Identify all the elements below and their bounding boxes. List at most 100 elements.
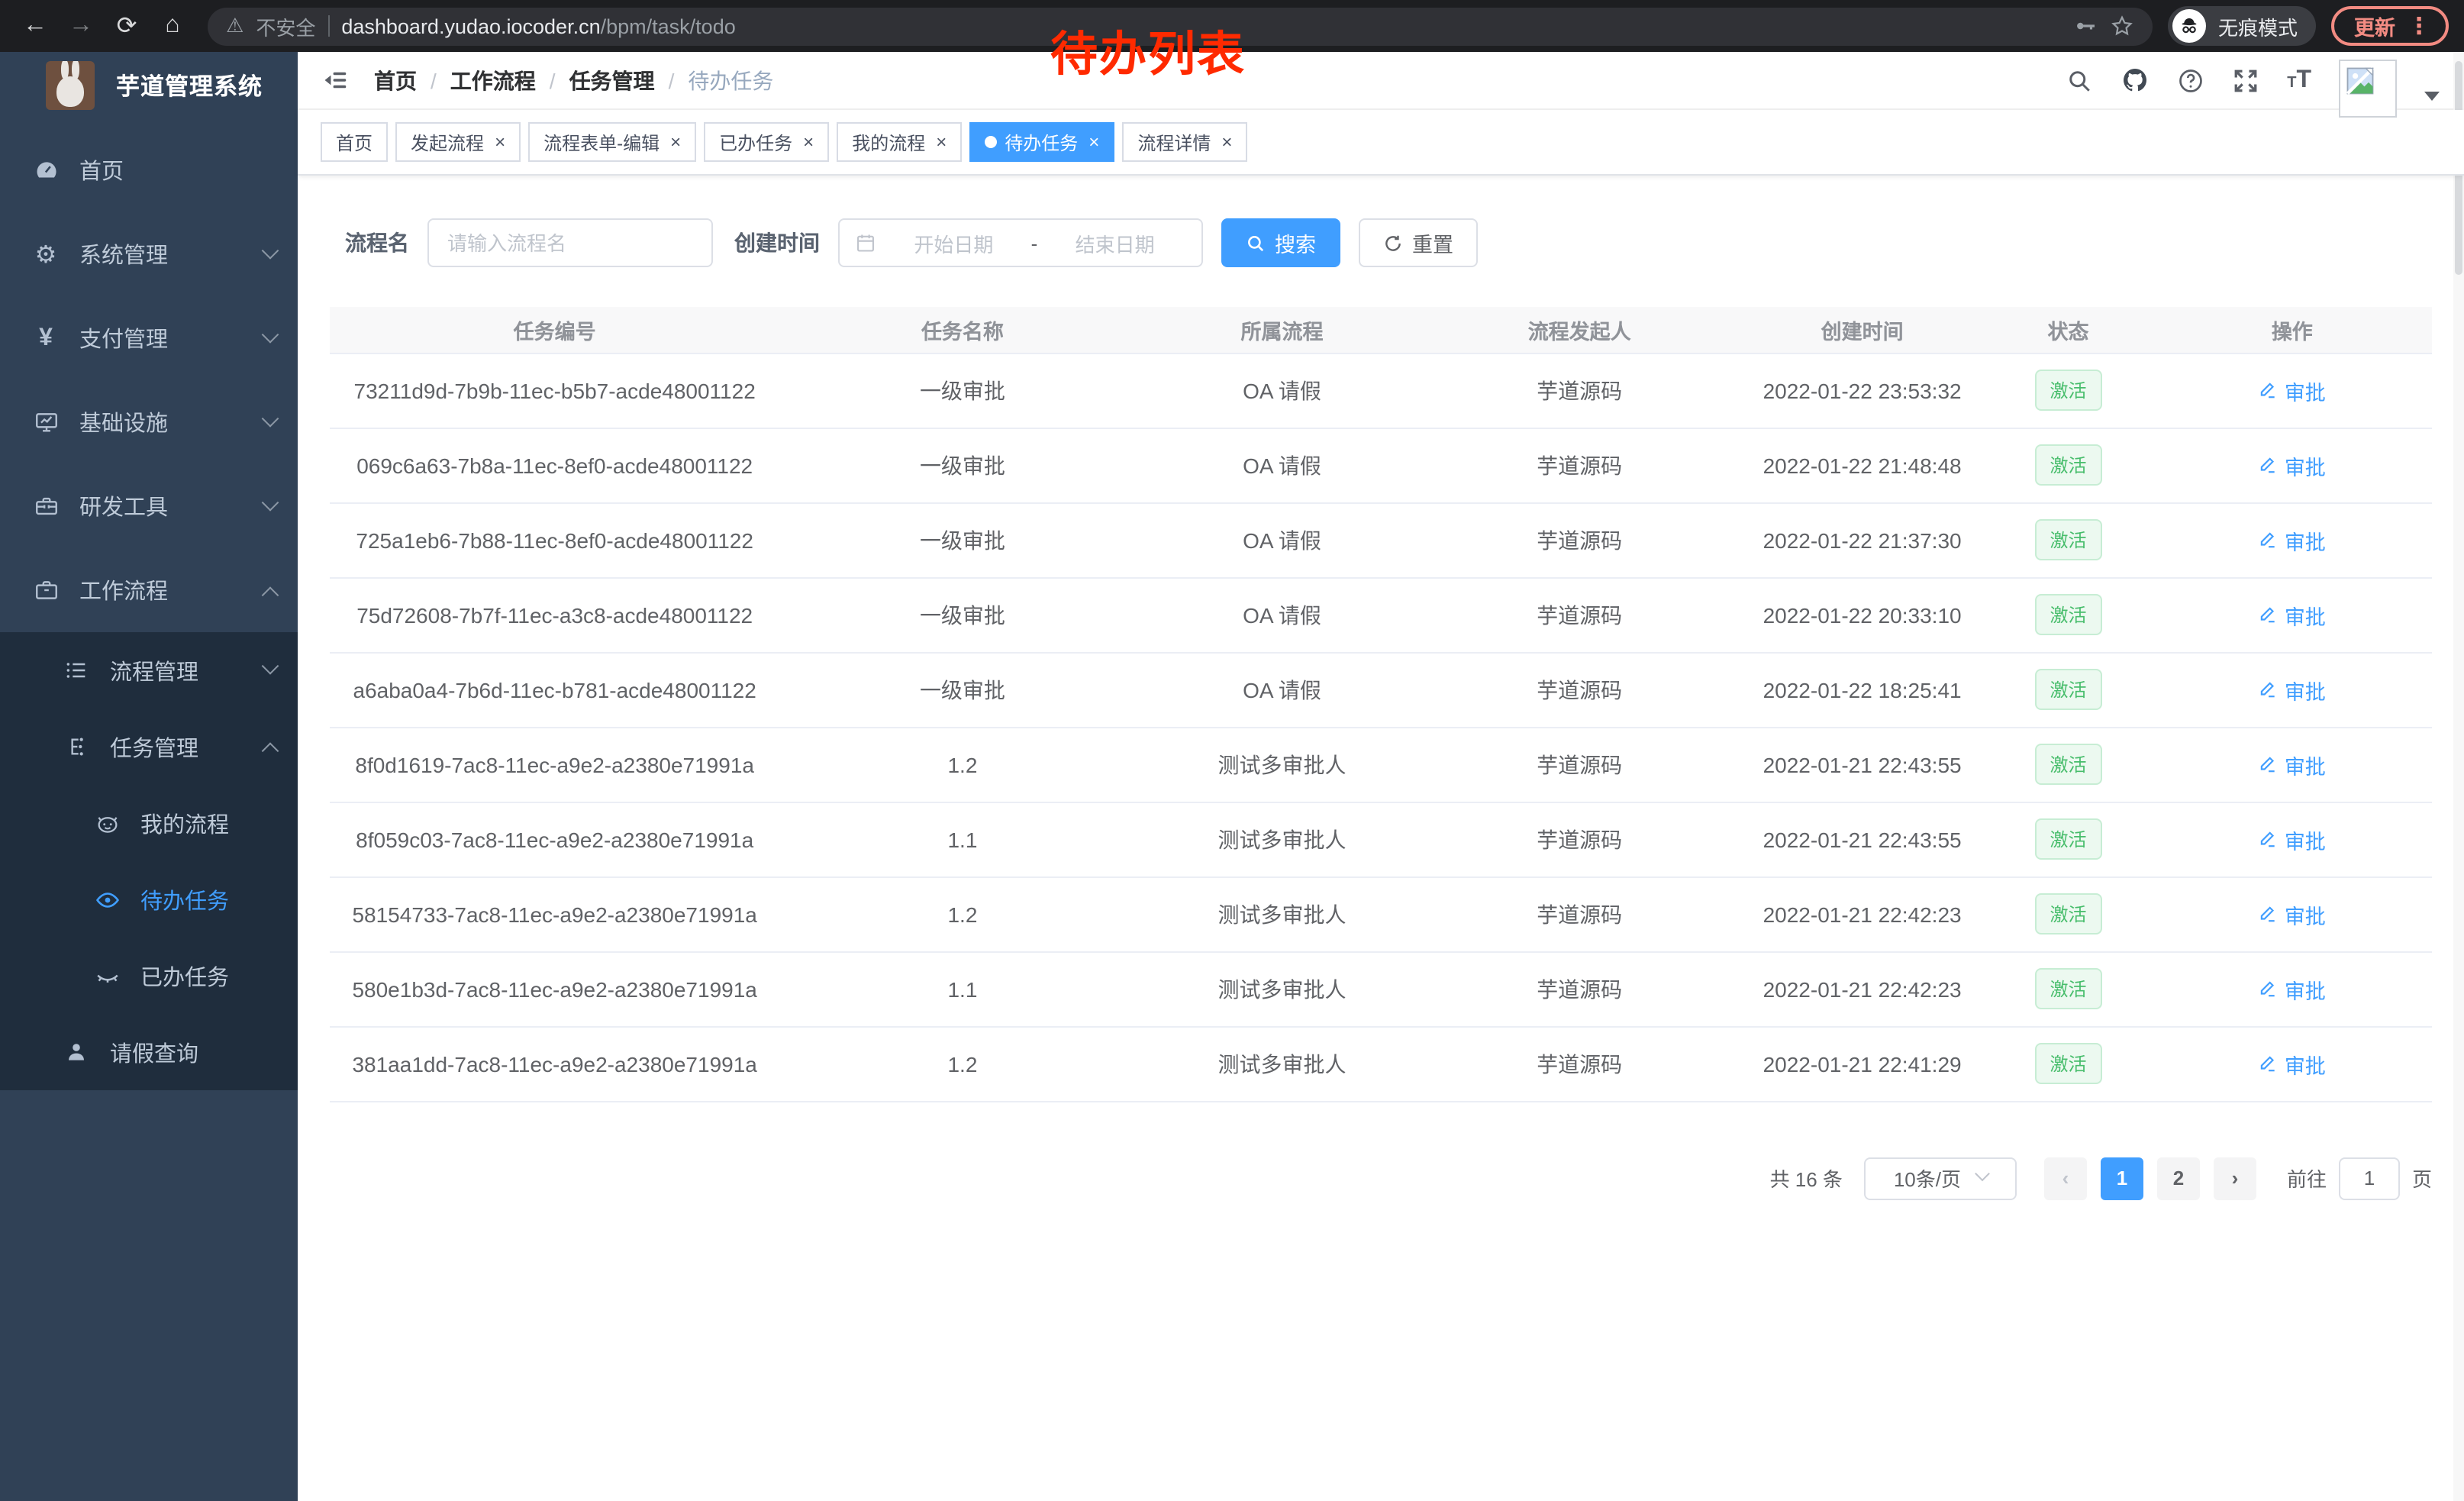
approve-link[interactable]: 审批 — [2259, 1048, 2326, 1079]
approve-link[interactable]: 审批 — [2259, 525, 2326, 555]
breadcrumb-workflow[interactable]: 工作流程 — [450, 65, 536, 95]
address-bar[interactable]: ⚠ 不安全 dashboard.yudao.iocoder.cn/bpm/tas… — [208, 7, 2153, 45]
sidebar-item-infrastructure[interactable]: 基础设施 — [0, 380, 298, 464]
tab-my-process[interactable]: 我的流程× — [837, 122, 962, 162]
eye-closed-icon — [92, 963, 122, 989]
page-button-1[interactable]: 1 — [2101, 1157, 2143, 1199]
col-status: 状态 — [1984, 307, 2152, 353]
search-icon[interactable] — [2066, 66, 2093, 94]
sidebar-item-todo-tasks[interactable]: 待办任务 — [0, 861, 298, 938]
page-button-2[interactable]: 2 — [2157, 1157, 2200, 1199]
close-icon[interactable]: × — [933, 131, 947, 153]
col-created: 创建时间 — [1740, 307, 1984, 353]
approve-link[interactable]: 审批 — [2259, 973, 2326, 1004]
tab-process-form-edit[interactable]: 流程表单-编辑× — [528, 122, 696, 162]
breadcrumb-current: 待办任务 — [688, 65, 773, 95]
reset-button[interactable]: 重置 — [1359, 218, 1478, 267]
tab-home[interactable]: 首页 — [321, 122, 388, 162]
monitor-icon — [31, 409, 61, 435]
tab-process-detail[interactable]: 流程详情× — [1122, 122, 1247, 162]
page-size-select[interactable]: 10条/页 — [1864, 1157, 2017, 1199]
approve-link[interactable]: 审批 — [2259, 375, 2326, 405]
sidebar-collapse-icon[interactable] — [321, 66, 350, 95]
status-badge: 激活 — [2034, 669, 2101, 710]
goto-page-input[interactable] — [2339, 1157, 2400, 1199]
workflow-submenu: 流程管理 任务管理 我的流程 — [0, 632, 298, 1090]
tab-todo-tasks[interactable]: 待办任务× — [969, 122, 1114, 162]
approve-link[interactable]: 审批 — [2259, 450, 2326, 480]
omnibox-divider — [327, 15, 329, 37]
col-actions: 操作 — [2153, 307, 2432, 353]
search-button[interactable]: 搜索 — [1221, 218, 1340, 267]
avatar[interactable] — [2339, 59, 2397, 117]
scrollbar[interactable] — [2453, 52, 2464, 1501]
sidebar-item-task-management[interactable]: 任务管理 — [0, 709, 298, 785]
prev-page-button[interactable]: ‹ — [2044, 1157, 2087, 1199]
breadcrumb-task-management[interactable]: 任务管理 — [569, 65, 655, 95]
approve-link[interactable]: 审批 — [2259, 899, 2326, 929]
browser-home-icon[interactable]: ⌂ — [153, 12, 192, 40]
help-icon[interactable] — [2177, 66, 2204, 94]
col-task-id: 任务编号 — [330, 307, 779, 353]
browser-menu-icon[interactable]: ⋮ — [2408, 12, 2437, 40]
breadcrumb-home[interactable]: 首页 — [374, 65, 417, 95]
bookmark-star-icon[interactable] — [2110, 14, 2134, 38]
chevron-down-icon — [1974, 1166, 1989, 1181]
close-icon[interactable]: × — [492, 131, 505, 153]
close-icon[interactable]: × — [1085, 131, 1099, 153]
edit-icon — [2259, 754, 2279, 774]
github-icon[interactable] — [2121, 66, 2150, 95]
col-process: 所属流程 — [1146, 307, 1419, 353]
sidebar-item-workflow[interactable]: 工作流程 — [0, 548, 298, 632]
sidebar-item-done-tasks[interactable]: 已办任务 — [0, 938, 298, 1014]
approve-link[interactable]: 审批 — [2259, 674, 2326, 705]
search-icon — [1246, 233, 1266, 253]
status-badge: 激活 — [2034, 1043, 2101, 1084]
sidebar-item-dev-tools[interactable]: 研发工具 — [0, 464, 298, 548]
approve-link[interactable]: 审批 — [2259, 749, 2326, 780]
date-range-picker[interactable]: 开始日期 - 结束日期 — [838, 218, 1203, 267]
browser-chrome: ← → ⟳ ⌂ ⚠ 不安全 dashboard.yudao.iocoder.cn… — [0, 0, 2464, 52]
chevron-down-icon — [262, 409, 279, 427]
process-name-input[interactable] — [427, 218, 713, 267]
edit-icon — [2259, 979, 2279, 999]
tab-start-process[interactable]: 发起流程× — [395, 122, 521, 162]
avatar-dropdown-caret-icon[interactable] — [2424, 91, 2440, 100]
goto-suffix: 页 — [2412, 1164, 2432, 1193]
tab-done-tasks[interactable]: 已办任务× — [704, 122, 829, 162]
sidebar-item-my-process[interactable]: 我的流程 — [0, 785, 298, 861]
edit-icon — [2259, 904, 2279, 924]
face-icon — [92, 810, 122, 836]
chevron-down-icon — [262, 493, 279, 511]
filter-bar: 流程名 创建时间 开始日期 - 结束日期 搜索 重 — [330, 218, 2432, 267]
status-badge: 激活 — [2034, 968, 2101, 1009]
font-size-icon[interactable]: TT — [2287, 66, 2311, 94]
fullscreen-icon[interactable] — [2232, 66, 2259, 94]
app-logo[interactable]: 芋道管理系统 — [0, 52, 298, 119]
pagination-total: 共 16 条 — [1770, 1164, 1843, 1193]
browser-update-button[interactable]: 更新 ⋮ — [2331, 6, 2449, 46]
edit-icon — [2259, 605, 2279, 625]
sidebar-item-payment[interactable]: ¥ 支付管理 — [0, 296, 298, 380]
browser-back-icon[interactable]: ← — [15, 12, 55, 40]
close-icon[interactable]: × — [667, 131, 681, 153]
sidebar-item-home[interactable]: 首页 — [0, 128, 298, 212]
incognito-icon — [2172, 9, 2206, 43]
next-page-button[interactable]: › — [2214, 1157, 2256, 1199]
approve-link[interactable]: 审批 — [2259, 824, 2326, 854]
close-icon[interactable]: × — [1218, 131, 1232, 153]
browser-forward-icon[interactable]: → — [61, 12, 101, 40]
sidebar-item-leave-query[interactable]: 请假查询 — [0, 1014, 298, 1090]
approve-link[interactable]: 审批 — [2259, 599, 2326, 630]
refresh-icon — [1383, 233, 1403, 253]
chevron-up-icon — [262, 586, 279, 603]
end-date-input[interactable]: 结束日期 — [1043, 228, 1186, 257]
sidebar-item-process-management[interactable]: 流程管理 — [0, 632, 298, 709]
table-row: 069c6a63-7b8a-11ec-8ef0-acde48001122 一级审… — [330, 428, 2432, 502]
start-date-input[interactable]: 开始日期 — [882, 228, 1025, 257]
password-key-icon[interactable] — [2073, 14, 2098, 38]
task-table: 任务编号 任务名称 所属流程 流程发起人 创建时间 状态 操作 73211d9d… — [330, 307, 2432, 1102]
close-icon[interactable]: × — [800, 131, 814, 153]
browser-reload-icon[interactable]: ⟳ — [107, 11, 147, 41]
sidebar-item-system[interactable]: ⚙ 系统管理 — [0, 212, 298, 296]
